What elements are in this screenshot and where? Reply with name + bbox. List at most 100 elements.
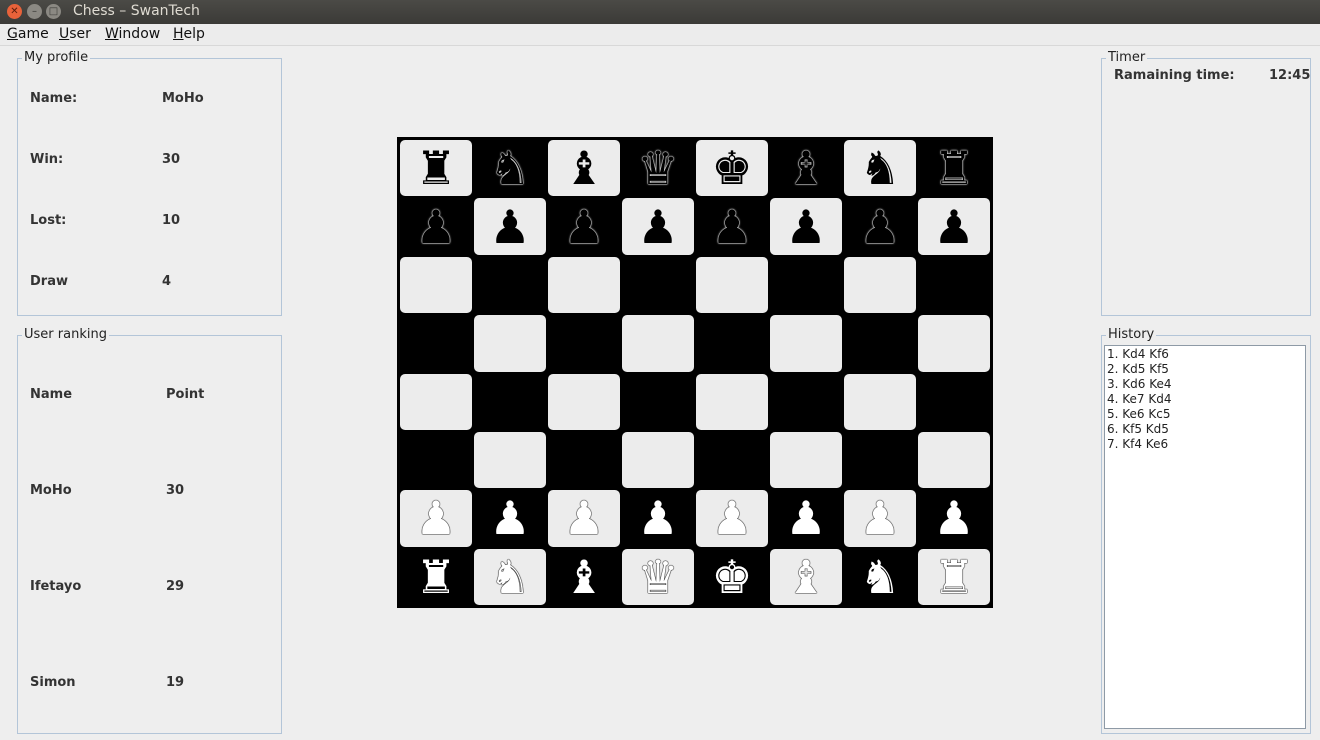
board-square-g1[interactable]: ♞: [843, 547, 917, 606]
history-list[interactable]: 1. Kd4 Kf6 2. Kd5 Kf5 3. Kd6 Ke4 4. Ke7 …: [1104, 345, 1306, 729]
black-pawn-icon[interactable]: ♟: [933, 204, 974, 250]
history-move[interactable]: 4. Ke7 Kd4: [1107, 392, 1303, 407]
board-square-h1[interactable]: ♜: [918, 548, 990, 605]
black-pawn-icon[interactable]: ♟: [637, 204, 678, 250]
white-pawn-icon[interactable]: ♟: [415, 495, 456, 541]
white-pawn-icon[interactable]: ♟: [637, 495, 678, 541]
board-square-f7[interactable]: ♟: [770, 198, 842, 255]
board-square-c7[interactable]: ♟: [547, 197, 621, 256]
minimize-window-button[interactable]: –: [27, 4, 42, 19]
board-square-d8[interactable]: ♛: [621, 139, 695, 198]
board-square-e8[interactable]: ♚: [696, 140, 768, 197]
black-rook-icon[interactable]: ♜: [933, 145, 974, 191]
board-square-h4[interactable]: [917, 372, 991, 431]
white-queen-icon[interactable]: ♛: [637, 554, 678, 600]
board-square-e5[interactable]: [695, 314, 769, 373]
black-pawn-icon[interactable]: ♟: [489, 204, 530, 250]
board-square-f5[interactable]: [770, 315, 842, 372]
board-square-e2[interactable]: ♟: [696, 490, 768, 547]
board-square-a4[interactable]: [400, 373, 472, 430]
board-square-a6[interactable]: [400, 256, 472, 314]
board-square-b5[interactable]: [474, 315, 546, 372]
board-square-b1[interactable]: ♞: [474, 548, 546, 605]
board-square-b4[interactable]: [473, 372, 547, 431]
black-pawn-icon[interactable]: ♟: [785, 204, 826, 250]
history-move[interactable]: 7. Kf4 Ke6: [1107, 437, 1303, 452]
maximize-window-button[interactable]: □: [46, 4, 61, 19]
board-square-g4[interactable]: [844, 373, 916, 430]
board-square-f6[interactable]: [769, 255, 843, 315]
black-rook-icon[interactable]: ♜: [415, 145, 456, 191]
black-queen-icon[interactable]: ♛: [637, 145, 678, 191]
board-square-e3[interactable]: [695, 430, 769, 490]
white-rook-icon[interactable]: ♜: [415, 554, 456, 600]
white-pawn-icon[interactable]: ♟: [859, 495, 900, 541]
black-pawn-icon[interactable]: ♟: [563, 204, 604, 250]
white-king-icon[interactable]: ♚: [711, 554, 752, 600]
white-pawn-icon[interactable]: ♟: [489, 495, 530, 541]
board-square-c6[interactable]: [548, 256, 620, 314]
board-square-b7[interactable]: ♟: [474, 198, 546, 255]
board-square-c5[interactable]: [547, 314, 621, 373]
white-bishop-icon[interactable]: ♝: [785, 554, 826, 600]
board-square-d3[interactable]: [622, 431, 694, 489]
black-pawn-icon[interactable]: ♟: [711, 204, 752, 250]
history-move[interactable]: 1. Kd4 Kf6: [1107, 347, 1303, 362]
board-square-a1[interactable]: ♜: [399, 547, 473, 606]
board-square-h3[interactable]: [918, 431, 990, 489]
board-square-e4[interactable]: [696, 373, 768, 430]
history-move[interactable]: 2. Kd5 Kf5: [1107, 362, 1303, 377]
menu-user[interactable]: User: [59, 26, 91, 42]
menu-game[interactable]: Game: [7, 26, 49, 42]
board-square-a7[interactable]: ♟: [399, 197, 473, 256]
board-square-e6[interactable]: [696, 256, 768, 314]
board-square-h7[interactable]: ♟: [918, 198, 990, 255]
board-square-f8[interactable]: ♝: [769, 139, 843, 198]
board-square-h5[interactable]: [918, 315, 990, 372]
black-pawn-icon[interactable]: ♟: [415, 204, 456, 250]
black-pawn-icon[interactable]: ♟: [859, 204, 900, 250]
board-square-a8[interactable]: ♜: [400, 140, 472, 197]
board-square-a5[interactable]: [399, 314, 473, 373]
board-square-f1[interactable]: ♝: [770, 548, 842, 605]
white-rook-icon[interactable]: ♜: [933, 554, 974, 600]
board-square-g2[interactable]: ♟: [844, 490, 916, 547]
board-square-h8[interactable]: ♜: [917, 139, 991, 198]
board-square-c4[interactable]: [548, 373, 620, 430]
board-square-d6[interactable]: [621, 255, 695, 315]
board-square-g3[interactable]: [843, 430, 917, 490]
board-square-e1[interactable]: ♚: [695, 547, 769, 606]
board-square-f3[interactable]: [770, 431, 842, 489]
board-square-c1[interactable]: ♝: [547, 547, 621, 606]
black-knight-icon[interactable]: ♞: [489, 145, 530, 191]
white-pawn-icon[interactable]: ♟: [933, 495, 974, 541]
white-pawn-icon[interactable]: ♟: [785, 495, 826, 541]
board-square-d7[interactable]: ♟: [622, 198, 694, 255]
menu-help[interactable]: Help: [173, 26, 205, 42]
board-square-h6[interactable]: [917, 255, 991, 315]
board-square-a2[interactable]: ♟: [400, 490, 472, 547]
board-square-c8[interactable]: ♝: [548, 140, 620, 197]
white-pawn-icon[interactable]: ♟: [563, 495, 604, 541]
board-square-h2[interactable]: ♟: [917, 489, 991, 548]
board-square-f4[interactable]: [769, 372, 843, 431]
board-square-b6[interactable]: [473, 255, 547, 315]
board-square-g7[interactable]: ♟: [843, 197, 917, 256]
history-move[interactable]: 6. Kf5 Kd5: [1107, 422, 1303, 437]
board-square-f2[interactable]: ♟: [769, 489, 843, 548]
close-window-button[interactable]: ✕: [7, 4, 22, 19]
black-king-icon[interactable]: ♚: [711, 145, 752, 191]
board-square-c3[interactable]: [547, 430, 621, 490]
board-square-g6[interactable]: [844, 256, 916, 314]
history-move[interactable]: 3. Kd6 Ke4: [1107, 377, 1303, 392]
board-square-b2[interactable]: ♟: [473, 489, 547, 548]
white-bishop-icon[interactable]: ♝: [563, 554, 604, 600]
board-square-e7[interactable]: ♟: [695, 197, 769, 256]
board-square-b8[interactable]: ♞: [473, 139, 547, 198]
board-square-d4[interactable]: [621, 372, 695, 431]
black-bishop-icon[interactable]: ♝: [785, 145, 826, 191]
board-square-b3[interactable]: [474, 431, 546, 489]
board-square-g5[interactable]: [843, 314, 917, 373]
board-square-d2[interactable]: ♟: [621, 489, 695, 548]
black-bishop-icon[interactable]: ♝: [563, 145, 604, 191]
